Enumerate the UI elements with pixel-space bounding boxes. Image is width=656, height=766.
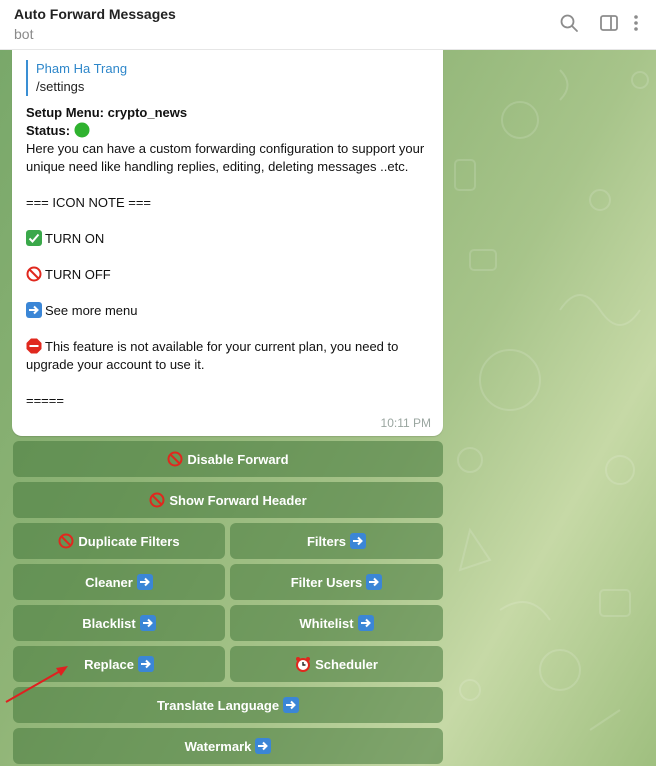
- duplicate-filters-label: Duplicate Filters: [78, 533, 180, 549]
- note-turn-off: TURN OFF: [26, 266, 431, 284]
- icon-note-heading: === ICON NOTE ===: [26, 195, 151, 210]
- show-forward-header-button[interactable]: Show Forward Header: [13, 482, 443, 518]
- note-not-available: This feature is not available for your c…: [26, 338, 431, 374]
- watermark-label: Watermark: [184, 738, 252, 754]
- no-entry-icon: [167, 451, 183, 467]
- check-green-icon: [26, 230, 42, 246]
- replace-label: Replace: [84, 656, 134, 672]
- arrow-right-icon: [366, 574, 383, 590]
- annotation-arrow: [5, 666, 68, 703]
- arrow-right-icon: [255, 738, 272, 754]
- reply-quote[interactable]: Pham Ha Trang /settings: [26, 60, 127, 96]
- no-entry-icon: [58, 533, 74, 549]
- chat-title: Auto Forward Messages: [14, 6, 176, 22]
- green-circle-icon: [74, 122, 90, 138]
- sidebar-toggle-icon[interactable]: [598, 12, 620, 34]
- setup-menu-line: Setup Menu: crypto_news: [26, 105, 188, 120]
- reply-text: /settings: [36, 79, 85, 94]
- disable-forward-label: Disable Forward: [187, 451, 289, 467]
- note-not-available-text: This feature is not available for your c…: [26, 339, 399, 372]
- note-turn-on: TURN ON: [26, 230, 431, 248]
- chat-subtitle: bot: [14, 26, 34, 42]
- note-see-more-text: See more menu: [45, 303, 138, 318]
- intro-text: Here you can have a custom forwarding co…: [26, 141, 425, 174]
- whitelist-label: Whitelist: [299, 615, 354, 631]
- message-time: 10:11 PM: [380, 416, 431, 430]
- arrow-right-icon: [357, 615, 374, 631]
- note-turn-off-text: TURN OFF: [45, 267, 111, 282]
- note-turn-on-text: TURN ON: [45, 231, 105, 246]
- arrow-right-icon: [26, 302, 42, 318]
- scheduler-button[interactable]: Scheduler: [230, 646, 443, 682]
- blacklist-label: Blacklist: [82, 615, 136, 631]
- whitelist-button[interactable]: Whitelist: [230, 605, 443, 641]
- scheduler-label: Scheduler: [315, 656, 378, 672]
- search-icon[interactable]: [558, 12, 580, 34]
- arrow-right-icon: [139, 615, 156, 631]
- reply-author: Pham Ha Trang: [36, 61, 128, 76]
- status-line: Status:: [26, 122, 431, 140]
- arrow-right-icon: [283, 697, 300, 713]
- status-label: Status:: [26, 123, 71, 138]
- no-entry-icon: [149, 492, 165, 508]
- alarm-clock-icon: [295, 656, 311, 672]
- watermark-button[interactable]: Watermark: [13, 728, 443, 764]
- header: Auto Forward Messages bot: [0, 0, 656, 50]
- arrow-right-icon: [350, 533, 366, 549]
- no-entry-icon: [26, 266, 42, 282]
- note-see-more: See more menu: [26, 302, 431, 320]
- message-text: Setup Menu: crypto_news Status: Here you…: [26, 104, 431, 410]
- stop-sign-icon: [26, 338, 42, 354]
- disable-forward-button[interactable]: Disable Forward: [13, 441, 443, 477]
- arrow-right-icon: [136, 574, 153, 590]
- filter-users-button[interactable]: Filter Users: [230, 564, 443, 600]
- chat-area: Pham Ha Trang /settings Setup Menu: cryp…: [0, 50, 656, 766]
- message-bubble: Pham Ha Trang /settings Setup Menu: cryp…: [12, 50, 443, 436]
- filters-label: Filters: [306, 533, 346, 549]
- filter-users-label: Filter Users: [290, 574, 363, 590]
- duplicate-filters-button[interactable]: Duplicate Filters: [13, 523, 225, 559]
- cleaner-button[interactable]: Cleaner: [13, 564, 225, 600]
- filters-button[interactable]: Filters: [230, 523, 443, 559]
- arrow-right-icon: [137, 656, 154, 672]
- cleaner-label: Cleaner: [85, 574, 133, 590]
- footer-line: =====: [26, 393, 64, 408]
- more-vertical-icon[interactable]: [630, 12, 642, 34]
- show-forward-header-label: Show Forward Header: [169, 492, 307, 508]
- translate-language-label: Translate Language: [156, 697, 280, 713]
